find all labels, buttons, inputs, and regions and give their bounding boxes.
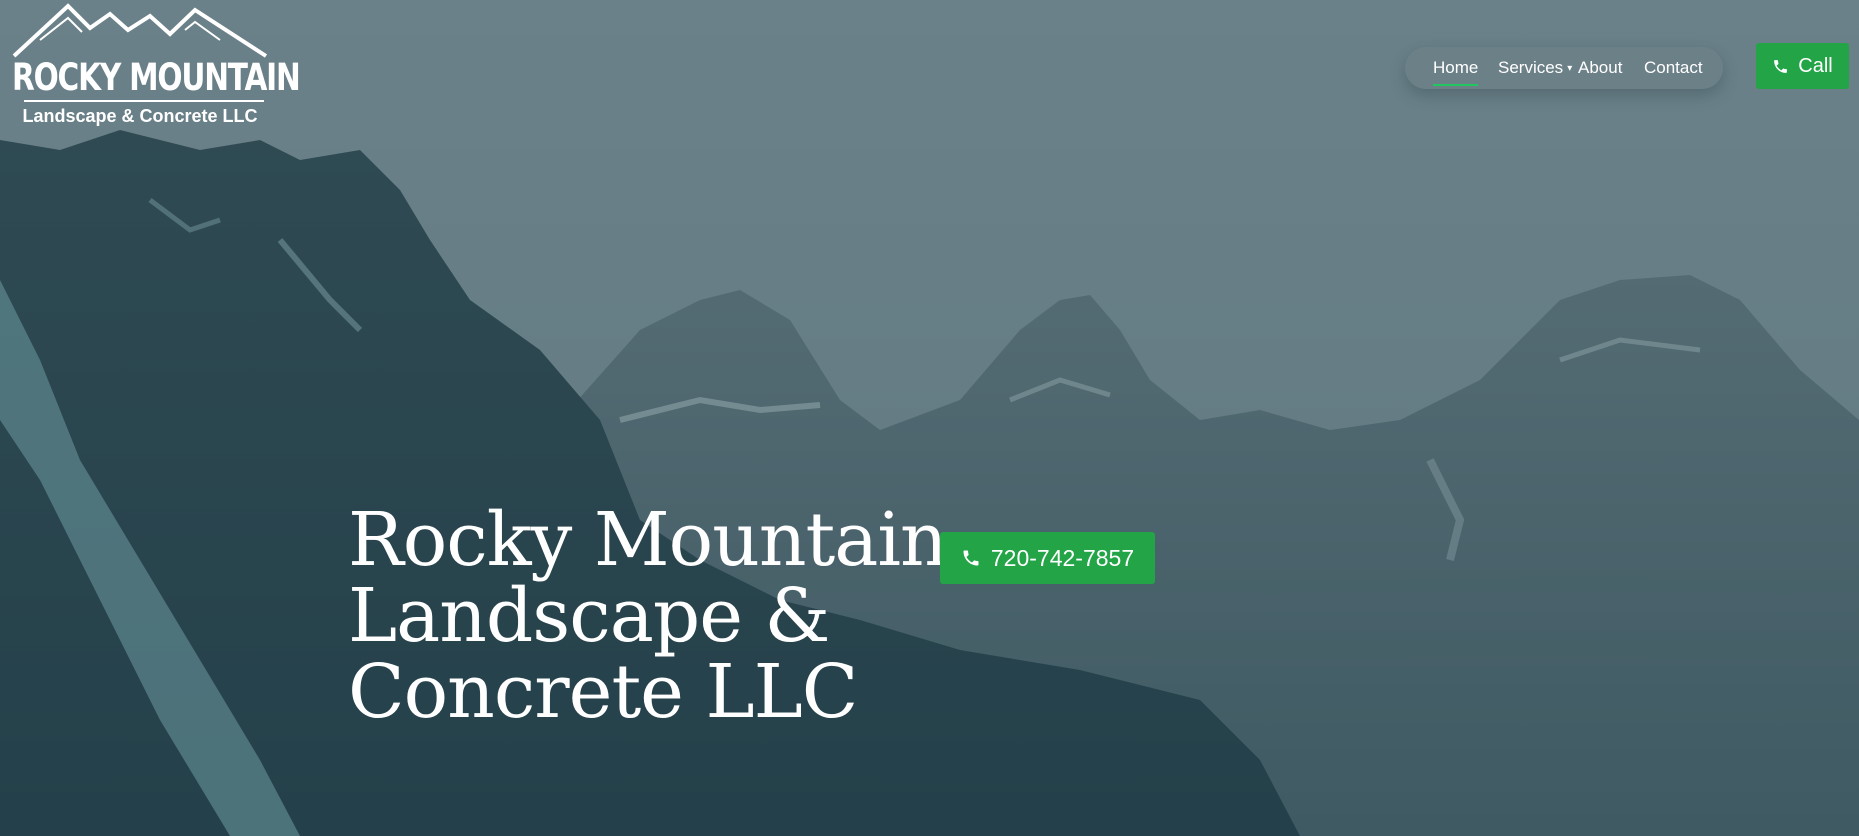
chevron-down-icon: ▾ bbox=[1567, 63, 1573, 74]
logo-divider bbox=[24, 100, 264, 102]
logo-subtitle: Landscape & Concrete LLC bbox=[22, 106, 258, 126]
hero-title: Rocky Mountain Landscape & Concrete LLC bbox=[348, 497, 948, 735]
nav-contact[interactable]: Contact bbox=[1644, 58, 1703, 78]
phone-number-button[interactable]: 720-742-7857 bbox=[940, 532, 1155, 584]
call-button-label: Call bbox=[1798, 54, 1833, 77]
logo-title: ROCKY MOUNTAIN bbox=[12, 56, 301, 99]
phone-icon bbox=[963, 550, 979, 566]
nav-home[interactable]: Home bbox=[1433, 58, 1479, 86]
phone-icon bbox=[1774, 59, 1788, 73]
nav-about[interactable]: About bbox=[1578, 58, 1622, 78]
mountain-logo-icon bbox=[12, 3, 268, 58]
brand-logo[interactable]: ROCKY MOUNTAIN Landscape & Concrete LLC bbox=[10, 0, 301, 130]
phone-number-label: 720-742-7857 bbox=[990, 544, 1135, 571]
nav-services[interactable]: Services ▾ bbox=[1498, 58, 1572, 78]
nav-services-label: Services bbox=[1498, 58, 1564, 77]
call-button[interactable]: Call bbox=[1756, 43, 1849, 89]
